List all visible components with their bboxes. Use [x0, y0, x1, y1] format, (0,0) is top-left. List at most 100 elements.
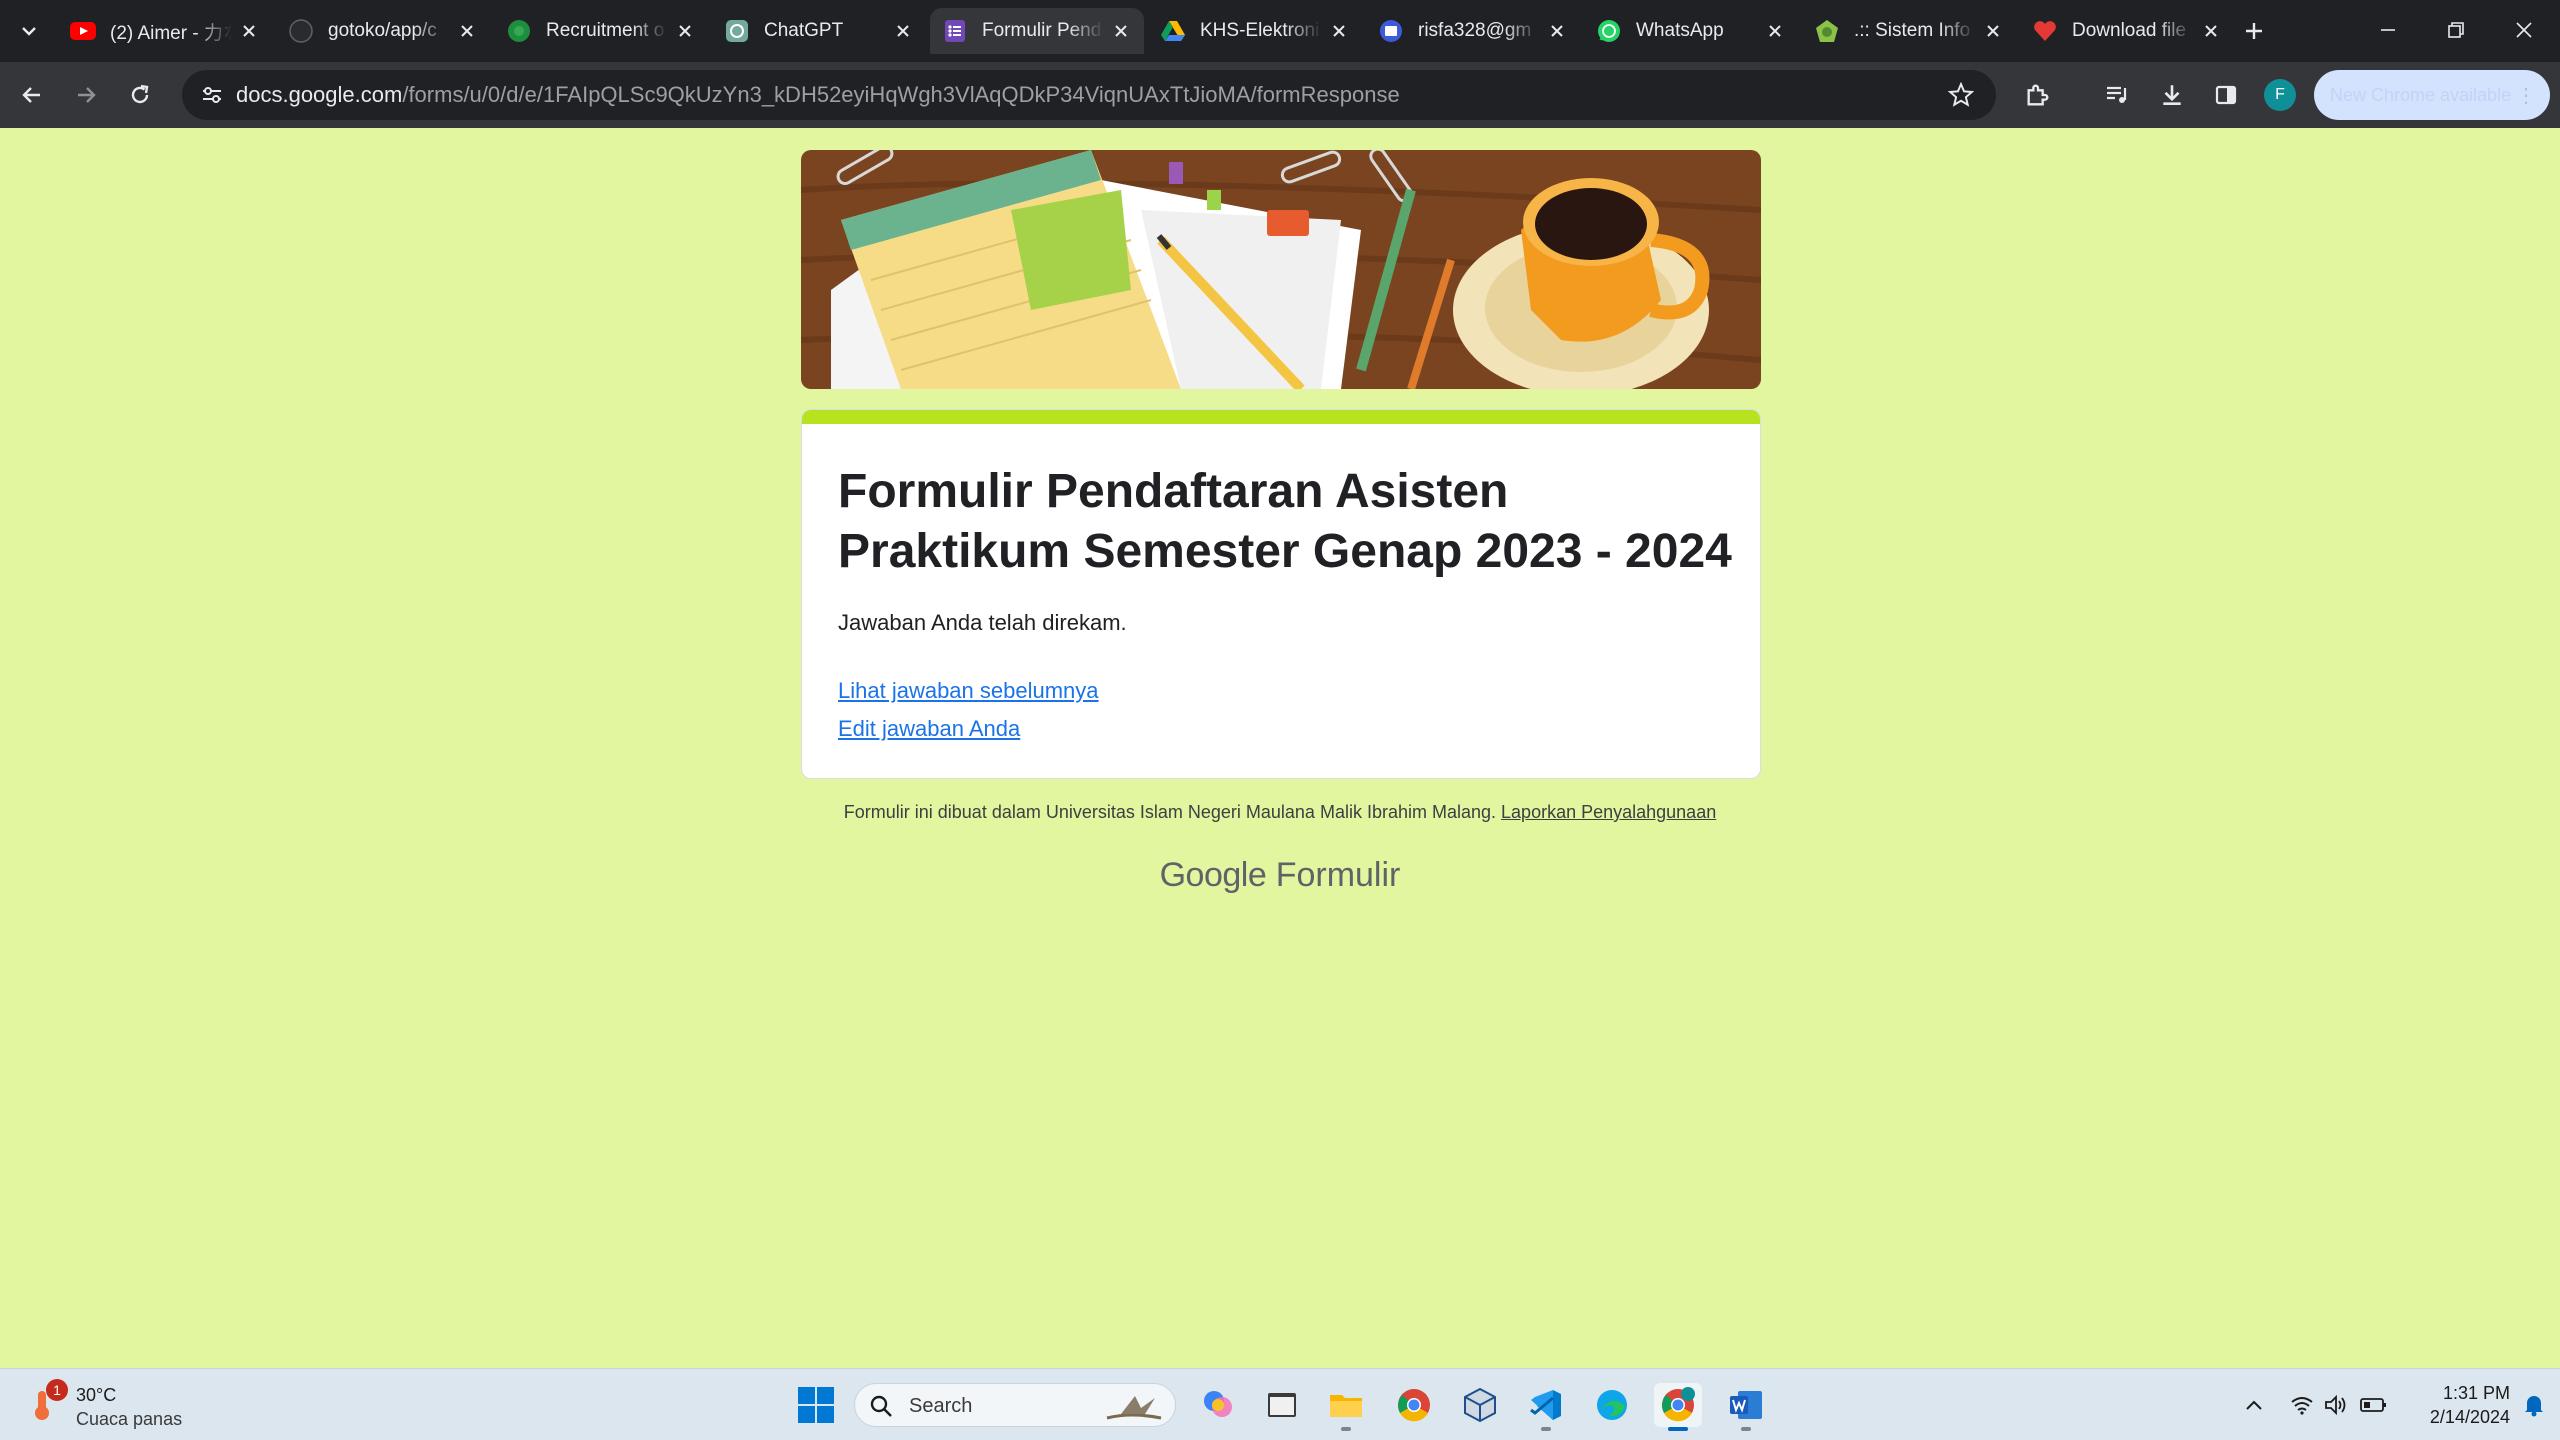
tab-drive[interactable]: KHS-Elektroni: [1148, 8, 1362, 54]
system-clock[interactable]: 1:31 PM 2/14/2024: [2400, 1381, 2510, 1429]
tab-youtube[interactable]: (2) Aimer - 力ない: [58, 8, 272, 54]
media-control-button[interactable]: [2098, 75, 2138, 115]
chatgpt-icon: [724, 18, 750, 44]
search-highlight-bird-icon: [1106, 1396, 1162, 1420]
tab-download[interactable]: Download file: [2020, 8, 2234, 54]
bookmark-button[interactable]: [1942, 76, 1980, 114]
running-indicator: [1741, 1427, 1751, 1431]
restore-icon: [2448, 22, 2464, 38]
tab-title: WhatsApp: [1636, 20, 1724, 41]
download-icon: [2163, 85, 2181, 105]
notification-badge: 1: [46, 1379, 68, 1401]
word-icon[interactable]: [1722, 1383, 1770, 1431]
report-abuse-link[interactable]: Laporkan Penyalahgunaan: [1501, 802, 1716, 822]
sistem-info-icon: [1814, 18, 1840, 44]
tab-search-button[interactable]: [12, 14, 46, 48]
tab-title: Recruitment o: [546, 20, 665, 41]
close-icon[interactable]: [1546, 20, 1568, 42]
queue-music-icon: [2107, 86, 2127, 103]
taskbar-search-box[interactable]: Search: [854, 1383, 1176, 1427]
close-icon[interactable]: [2200, 20, 2222, 42]
minimize-button[interactable]: [2358, 10, 2418, 50]
response-recorded-message: Jawaban Anda telah direkam.: [838, 610, 1127, 635]
view-previous-response-link[interactable]: Lihat jawaban sebelumnya: [838, 678, 1099, 704]
terminal-icon[interactable]: [1258, 1383, 1306, 1427]
forward-button[interactable]: [66, 75, 106, 115]
google-forms-logo[interactable]: Google Formulir: [0, 856, 2560, 895]
close-icon[interactable]: [1110, 20, 1132, 42]
tab-title: risfa328@gm: [1418, 20, 1532, 41]
close-icon[interactable]: [1328, 20, 1350, 42]
chrome-icon[interactable]: [1390, 1383, 1438, 1427]
side-panel-icon: [2215, 85, 2237, 105]
battery-icon[interactable]: [2356, 1387, 2392, 1423]
plus-icon: [2246, 23, 2262, 39]
start-button[interactable]: [796, 1385, 836, 1425]
search-icon: [870, 1395, 892, 1417]
edit-response-link[interactable]: Edit jawaban Anda: [838, 716, 1020, 742]
tab-strip: (2) Aimer - 力ない gotoko/app/c Recruitment…: [0, 0, 2560, 62]
site-info-icon[interactable]: [192, 75, 232, 115]
tab-github[interactable]: gotoko/app/c: [276, 8, 490, 54]
restore-button[interactable]: [2426, 10, 2486, 50]
tab-google-forms[interactable]: Formulir Pend: [930, 8, 1144, 54]
logo-product-text: Formulir: [1275, 856, 1401, 894]
file-explorer-icon[interactable]: [1322, 1383, 1370, 1431]
reload-button[interactable]: [120, 75, 160, 115]
tab-sistem-info[interactable]: .:: Sistem Info: [1802, 8, 2016, 54]
github-icon: [288, 18, 314, 44]
downloads-button[interactable]: [2152, 75, 2192, 115]
close-icon[interactable]: [238, 20, 260, 42]
close-icon[interactable]: [674, 20, 696, 42]
whatsapp-icon: [1596, 18, 1622, 44]
close-window-button[interactable]: [2494, 10, 2554, 50]
form-response-card: Formulir Pendaftaran Asisten Praktikum S…: [801, 409, 1761, 779]
tab-title: .:: Sistem Info: [1854, 20, 1971, 41]
close-icon[interactable]: [1982, 20, 2004, 42]
address-bar[interactable]: docs.google.com/forms/u/0/d/e/1FAIpQLSc9…: [182, 70, 1996, 120]
form-title: Formulir Pendaftaran Asisten Praktikum S…: [838, 465, 1732, 578]
side-panel-button[interactable]: [2206, 75, 2246, 115]
show-hidden-icons-button[interactable]: [2236, 1387, 2272, 1423]
profile-avatar[interactable]: F: [2264, 79, 2296, 111]
active-indicator: [1668, 1427, 1688, 1431]
form-footer: Formulir ini dibuat dalam Universitas Is…: [0, 802, 2560, 823]
wifi-icon[interactable]: [2284, 1387, 2320, 1423]
copilot-icon[interactable]: [1194, 1383, 1242, 1427]
chrome-profile-icon[interactable]: [1654, 1383, 1702, 1431]
tab-recruitment[interactable]: Recruitment o: [494, 8, 708, 54]
tab-title: ChatGPT: [764, 20, 844, 41]
tab-whatsapp[interactable]: WhatsApp: [1584, 8, 1798, 54]
vscode-icon[interactable]: [1522, 1383, 1570, 1431]
chrome-update-button[interactable]: New Chrome available ⋮: [2314, 70, 2550, 120]
running-indicator: [1341, 1427, 1351, 1431]
chevron-down-icon: [22, 27, 36, 36]
minimize-icon: [2381, 29, 2395, 31]
heart-icon: [2032, 18, 2058, 44]
back-button[interactable]: [12, 75, 52, 115]
tab-chatgpt[interactable]: ChatGPT: [712, 8, 926, 54]
tab-mail[interactable]: risfa328@gm: [1366, 8, 1580, 54]
close-icon[interactable]: [456, 20, 478, 42]
arrow-left-icon: [22, 87, 40, 103]
google-drive-icon: [1160, 18, 1186, 44]
edge-icon[interactable]: [1588, 1383, 1636, 1427]
close-icon: [2516, 22, 2532, 38]
volume-icon[interactable]: [2318, 1387, 2354, 1423]
weather-temperature: 30°C: [76, 1385, 117, 1405]
weather-condition: Cuaca panas: [76, 1409, 183, 1429]
close-icon[interactable]: [1764, 20, 1786, 42]
notification-bell-icon[interactable]: [2516, 1387, 2552, 1423]
arrow-right-icon: [78, 87, 96, 103]
url-host: docs.google.com: [236, 82, 403, 107]
close-icon[interactable]: [892, 20, 914, 42]
search-placeholder: Search: [909, 1395, 973, 1417]
running-indicator: [1541, 1427, 1551, 1431]
clock-date: 2/14/2024: [2429, 1407, 2510, 1427]
new-tab-button[interactable]: [2236, 13, 2272, 49]
chevron-up-icon: [2246, 1400, 2262, 1410]
weather-widget[interactable]: 1 30°C Cuaca panas: [26, 1379, 226, 1431]
extensions-button[interactable]: [2018, 75, 2058, 115]
mail-icon: [1378, 18, 1404, 44]
virtualbox-icon[interactable]: [1456, 1383, 1504, 1427]
